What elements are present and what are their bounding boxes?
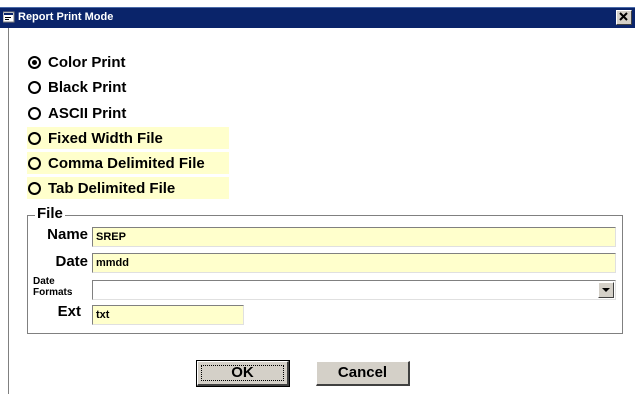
window-app-icon [3,11,15,23]
date-formats-label-line2: Formats [33,287,73,298]
date-formats-label-line1: Date [33,276,55,287]
radio-label: ASCII Print [48,104,127,122]
radio-label: Comma Delimited File [48,154,205,172]
date-field[interactable]: mmdd [92,253,616,273]
radio-label: Tab Delimited File [48,179,176,197]
window-left-border [8,28,9,394]
radio-label: Black Print [48,78,127,96]
ext-field[interactable]: txt [92,305,244,325]
date-label: Date [55,253,88,270]
radio-color-print[interactable]: Color Print [27,51,177,73]
cancel-button-label: Cancel [337,364,388,381]
radio-button-icon [28,131,41,145]
radio-button-icon [28,106,41,120]
radio-tab-delimited-file[interactable]: Tab Delimited File [27,177,229,199]
radio-button-icon [28,156,41,170]
close-icon [619,12,628,21]
ok-button[interactable]: OK [196,360,290,387]
window-title: Report Print Mode [18,11,114,23]
radio-ascii-print[interactable]: ASCII Print [27,102,177,124]
radio-button-icon [28,80,41,94]
cancel-button[interactable]: Cancel [316,361,410,386]
radio-button-checked-icon [28,55,41,69]
radio-label: Fixed Width File [48,129,163,147]
radio-black-print[interactable]: Black Print [27,76,177,98]
ext-label: Ext [57,303,81,320]
close-button[interactable] [616,10,632,25]
name-field[interactable]: SREP [92,227,616,247]
radio-fixed-width-file[interactable]: Fixed Width File [27,127,229,149]
title-bar[interactable]: Report Print Mode [0,7,635,28]
chevron-down-icon[interactable] [598,282,614,298]
date-formats-dropdown[interactable] [92,280,616,300]
focus-rectangle [201,365,284,381]
radio-label: Color Print [48,53,126,71]
name-label: Name [47,226,88,243]
radio-comma-delimited-file[interactable]: Comma Delimited File [27,152,229,174]
file-group-legend: File [35,205,65,222]
report-print-mode-dialog: Report Print Mode Color Print Black Prin… [0,0,635,394]
radio-button-icon [28,181,41,195]
